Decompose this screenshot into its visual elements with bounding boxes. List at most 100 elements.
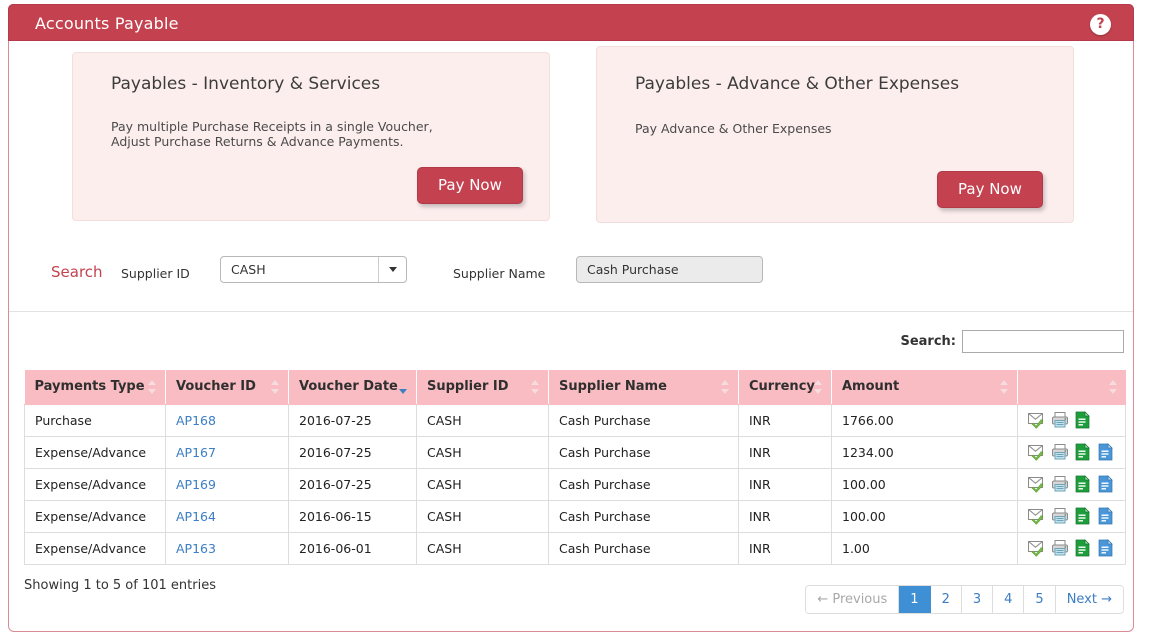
cell-amount: 1766.00 [831,403,1018,437]
print-icon[interactable] [1051,411,1069,429]
cell-currency: INR [738,499,832,533]
green-document-icon[interactable] [1074,475,1092,493]
pagination-page-1[interactable]: 1 [899,586,931,613]
card-title: Payables - Inventory & Services [111,74,381,94]
column-header-voucher-date[interactable]: Voucher Date [288,370,417,405]
pagination-page-5[interactable]: 5 [1024,586,1056,613]
supplier-name-field: Cash Purchase [576,256,763,283]
voucher-id-link[interactable]: AP164 [176,509,216,524]
sort-icon [1000,379,1009,395]
green-document-icon[interactable] [1074,539,1092,557]
cell-voucher-date: 2016-07-25 [288,403,417,437]
section-divider [9,311,1133,312]
cell-supplier-id: CASH [416,435,549,469]
card-title: Payables - Advance & Other Expenses [635,74,960,94]
column-header-actions[interactable] [1017,370,1126,405]
voucher-id-link[interactable]: AP168 [176,413,216,428]
voucher-id-link[interactable]: AP163 [176,541,216,556]
table-row: Expense/Advance AP164 2016-06-15 CASH Cash P… [24,499,1126,533]
print-icon[interactable] [1051,507,1069,525]
cell-payments-type: Expense/Advance [24,499,166,533]
payments-table-wrap: Payments Type Voucher ID Voucher Date Su… [24,370,1126,565]
cell-supplier-id: CASH [416,499,549,533]
print-icon[interactable] [1051,443,1069,461]
row-action-icons [1028,475,1115,493]
blue-document-icon[interactable] [1097,475,1115,493]
green-document-icon[interactable] [1074,507,1092,525]
cell-voucher-date: 2016-07-25 [288,467,417,501]
table-body: Purchase AP168 2016-07-25 CASH Cash Purchase… [24,403,1126,565]
cell-currency: INR [738,403,832,437]
print-icon[interactable] [1051,539,1069,557]
cell-amount: 1234.00 [831,435,1018,469]
search-section-label: Search [51,263,103,281]
table-row: Purchase AP168 2016-07-25 CASH Cash Purchase… [24,403,1126,437]
chevron-down-icon [378,257,406,282]
blue-document-icon[interactable] [1097,539,1115,557]
print-icon[interactable] [1051,475,1069,493]
column-header-amount[interactable]: Amount [831,370,1018,405]
cell-actions [1017,467,1126,501]
cell-voucher-date: 2016-06-15 [288,499,417,533]
sort-icon [531,379,540,395]
column-header-payments-type[interactable]: Payments Type [24,370,166,405]
email-approved-icon[interactable] [1028,475,1046,493]
help-icon[interactable]: ? [1090,14,1111,35]
sort-icon [271,379,280,395]
supplier-name-label: Supplier Name [453,266,546,281]
datatable-search-label: Search: [900,334,956,349]
row-action-icons [1028,443,1115,461]
email-approved-icon[interactable] [1028,411,1046,429]
row-action-icons [1028,539,1115,557]
search-filter-row: Search Supplier ID CASH Supplier Name Ca… [9,240,1133,310]
datatable-info: Showing 1 to 5 of 101 entries [24,578,216,593]
column-header-currency[interactable]: Currency [738,370,832,405]
card-description: Pay multiple Purchase Receipts in a sing… [111,119,433,149]
cell-currency: INR [738,531,832,565]
cell-supplier-id: CASH [416,403,549,437]
blue-document-icon[interactable] [1097,507,1115,525]
column-label: Supplier Name [559,379,667,395]
pay-now-button-inventory[interactable]: Pay Now [417,167,523,204]
cell-voucher-date: 2016-07-25 [288,435,417,469]
cell-actions [1017,403,1126,437]
pagination-previous[interactable]: ← Previous [806,586,900,613]
blue-document-icon[interactable] [1097,443,1115,461]
cell-actions [1017,435,1126,469]
voucher-id-link[interactable]: AP167 [176,445,216,460]
column-header-supplier-name[interactable]: Supplier Name [548,370,739,405]
column-header-voucher-id[interactable]: Voucher ID [165,370,289,405]
datatable-search: Search: [900,330,1124,353]
cell-supplier-name: Cash Purchase [548,403,739,437]
sort-icon [1108,379,1118,395]
column-label: Payments Type [34,379,145,395]
pagination-page-3[interactable]: 3 [961,586,994,613]
email-approved-icon[interactable] [1028,539,1046,557]
cell-voucher-id: AP169 [165,467,289,501]
cell-amount: 100.00 [831,499,1018,533]
supplier-id-select[interactable]: CASH [220,256,407,283]
cell-actions [1017,531,1126,565]
pagination-page-2[interactable]: 2 [930,586,962,613]
cell-amount: 100.00 [831,467,1018,501]
green-document-icon[interactable] [1074,411,1092,429]
cell-supplier-name: Cash Purchase [548,531,739,565]
green-document-icon[interactable] [1074,443,1092,461]
table-row: Expense/Advance AP169 2016-07-25 CASH Cash P… [24,467,1126,501]
pagination-next[interactable]: Next → [1055,586,1123,613]
email-approved-icon[interactable] [1028,507,1046,525]
column-label: Supplier ID [427,379,509,395]
card-description: Pay Advance & Other Expenses [635,121,832,136]
cell-payments-type: Expense/Advance [24,467,166,501]
pagination-page-4[interactable]: 4 [993,586,1025,613]
window-titlebar: Accounts Payable ? [8,4,1134,41]
column-label: Voucher Date [299,379,398,395]
row-action-icons [1028,507,1115,525]
column-header-supplier-id[interactable]: Supplier ID [416,370,549,405]
email-approved-icon[interactable] [1028,443,1046,461]
pay-now-button-advance[interactable]: Pay Now [937,171,1043,208]
sort-icon [721,379,730,395]
cell-supplier-name: Cash Purchase [548,499,739,533]
datatable-search-input[interactable] [962,330,1124,353]
voucher-id-link[interactable]: AP169 [176,477,216,492]
